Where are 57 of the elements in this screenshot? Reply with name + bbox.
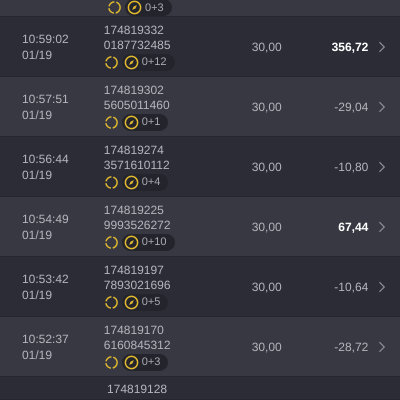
refresh-icon xyxy=(104,354,119,370)
chevron-right-icon xyxy=(378,160,386,172)
order-number: 174819225 xyxy=(104,202,165,218)
order-number: 174819170 xyxy=(104,322,165,338)
order-number: 174819197 xyxy=(104,262,165,278)
refresh-icon xyxy=(107,0,122,15)
stake-amount: 30,00 xyxy=(252,40,282,54)
time-text: 10:56:44 xyxy=(22,150,70,166)
result-amount: -10,80 xyxy=(334,160,368,174)
order-number: 3571610112 xyxy=(104,158,171,172)
date-text: 01/19 xyxy=(22,286,54,302)
order-number: 0187732485 xyxy=(104,38,172,52)
refresh-icon xyxy=(104,174,119,190)
order-number: 174819332 xyxy=(104,22,165,38)
time-text: 10:53:42 xyxy=(22,270,70,286)
time-text: 10:52:37 xyxy=(22,330,70,346)
date-text: 01/19 xyxy=(22,346,54,362)
time-text: 10:54:49 xyxy=(22,210,70,226)
order-number: 6160845312 xyxy=(104,338,172,352)
date-text: 01/19 xyxy=(22,106,54,122)
date-text: 01/19 xyxy=(22,46,54,62)
stake-amount: 30,00 xyxy=(252,220,282,234)
order-number: 174819128 xyxy=(107,382,168,397)
order-number: 9993526272 xyxy=(104,218,172,232)
stake-amount: 30,00 xyxy=(252,160,282,174)
result-amount: 356,72 xyxy=(332,40,368,54)
result-amount: -10,64 xyxy=(334,280,368,294)
count-badge: 0+10 xyxy=(122,234,175,250)
count-badge: 0+3 xyxy=(125,0,172,16)
stake-amount: 30,00 xyxy=(252,100,282,114)
count-badge: 0+4 xyxy=(122,174,168,190)
refresh-icon xyxy=(104,54,119,70)
order-number: 174819274 xyxy=(104,142,165,158)
order-number: 7893021696 xyxy=(104,278,172,292)
count-badge: 0+12 xyxy=(122,54,175,70)
chevron-right-icon xyxy=(378,40,386,52)
result-amount: -28,72 xyxy=(334,340,368,354)
stake-amount: 30,00 xyxy=(252,340,282,354)
date-text: 01/19 xyxy=(22,166,54,182)
chevron-right-icon xyxy=(378,340,386,352)
chevron-right-icon xyxy=(378,100,386,112)
count-badge: 0+1 xyxy=(122,114,168,130)
chevron-right-icon xyxy=(378,220,386,232)
time-text: 10:59:02 xyxy=(22,30,70,46)
order-number: 174819302 xyxy=(104,82,165,98)
chevron-right-icon xyxy=(378,280,386,292)
refresh-icon xyxy=(104,294,119,310)
count-badge: 0+5 xyxy=(122,294,168,310)
date-text: 01/19 xyxy=(22,226,54,242)
refresh-icon xyxy=(104,114,119,130)
count-badge: 0+3 xyxy=(122,354,168,370)
order-number: 5605011460 xyxy=(104,98,171,112)
refresh-icon xyxy=(104,234,119,250)
result-amount: 67,44 xyxy=(338,220,368,234)
result-amount: -29,04 xyxy=(334,100,368,114)
time-text: 10:57:51 xyxy=(22,90,70,106)
stake-amount: 30,00 xyxy=(252,280,282,294)
